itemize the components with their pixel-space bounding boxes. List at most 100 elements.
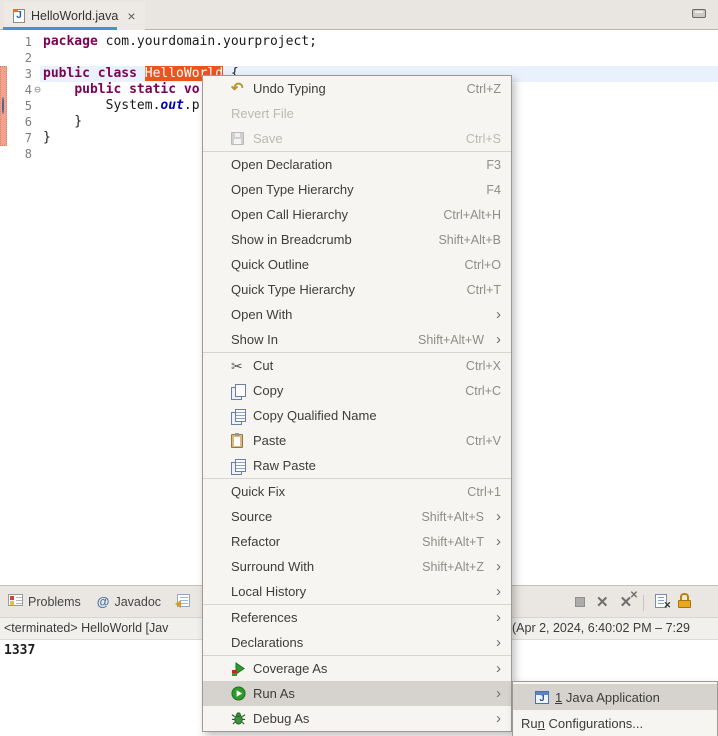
save-icon bbox=[231, 132, 253, 145]
annotation-gutter[interactable] bbox=[0, 114, 13, 130]
menu-item-shortcut: Ctrl+Alt+H bbox=[443, 208, 501, 222]
menu-item-run-as[interactable]: Run As› bbox=[203, 681, 511, 706]
menu-item-label: Paste bbox=[253, 433, 286, 448]
run-as-submenu: J1 Java ApplicationRun Configurations... bbox=[512, 681, 718, 736]
menu-item-quick-type-hierarchy[interactable]: Quick Type Hierarchy Ctrl+T bbox=[203, 277, 511, 302]
breakpoint-marker[interactable] bbox=[0, 98, 13, 114]
menu-item-local-history[interactable]: Local History› bbox=[203, 579, 511, 604]
submenu-item-run-configurations[interactable]: Run Configurations... bbox=[513, 710, 717, 736]
menu-item-label: Open Declaration bbox=[231, 157, 332, 172]
menu-item-open-type-hierarchy[interactable]: Open Type HierarchyF4 bbox=[203, 177, 511, 202]
menu-item-label: Revert File bbox=[231, 106, 294, 121]
menu-item-copy[interactable]: Copy Ctrl+C bbox=[203, 378, 511, 403]
tab-title: HelloWorld.java bbox=[31, 9, 118, 23]
menu-item-declarations[interactable]: Declarations› bbox=[203, 630, 511, 655]
active-tab-indicator bbox=[3, 27, 117, 30]
menu-item-shortcut: Shift+Alt+S bbox=[421, 510, 484, 524]
menu-item-label: Quick Type Hierarchy bbox=[231, 282, 355, 297]
editor-tab-strip: J HelloWorld.java × bbox=[0, 0, 718, 30]
java-app-icon: J bbox=[535, 691, 549, 704]
line-number: 3 bbox=[13, 66, 32, 82]
minimize-icon[interactable] bbox=[692, 9, 706, 18]
annotation-gutter[interactable] bbox=[0, 50, 13, 66]
annotation-gutter[interactable] bbox=[0, 146, 13, 162]
cut-icon: ✂ bbox=[231, 359, 253, 373]
fold-collapse-icon[interactable]: ⊖ bbox=[32, 82, 43, 98]
menu-item-shortcut: Shift+Alt+Z bbox=[422, 560, 484, 574]
panel-tab-declaration[interactable] bbox=[177, 594, 190, 610]
submenu-arrow-icon: › bbox=[496, 534, 501, 549]
menu-item-open-with[interactable]: Open With › bbox=[203, 302, 511, 327]
breakpoint-icon bbox=[2, 97, 4, 114]
menu-item-quick-outline[interactable]: Quick OutlineCtrl+O bbox=[203, 252, 511, 277]
code-text: } bbox=[43, 114, 82, 130]
menu-item-label: Open Call Hierarchy bbox=[231, 207, 348, 222]
submenu-arrow-icon: › bbox=[496, 509, 501, 524]
menu-item-paste[interactable]: PasteCtrl+V bbox=[203, 428, 511, 453]
copy-qualified-icon bbox=[231, 409, 253, 423]
annotation-gutter[interactable] bbox=[0, 82, 13, 98]
menu-item-label: Local History bbox=[231, 584, 306, 599]
menu-item-show-in-breadcrumb[interactable]: Show in BreadcrumbShift+Alt+B bbox=[203, 227, 511, 252]
submenu-arrow-icon: › bbox=[496, 559, 501, 574]
annotation-gutter[interactable] bbox=[0, 34, 13, 50]
menu-item-quick-fix[interactable]: Quick Fix Ctrl+1 bbox=[203, 479, 511, 504]
menu-item-open-call-hierarchy[interactable]: Open Call Hierarchy Ctrl+Alt+H bbox=[203, 202, 511, 227]
menu-item-copy-qualified-name[interactable]: Copy Qualified Name bbox=[203, 403, 511, 428]
problems-icon bbox=[8, 594, 23, 609]
menu-item-show-in[interactable]: Show InShift+Alt+W› bbox=[203, 327, 511, 352]
code-text: package com.yourdomain.yourproject; bbox=[43, 34, 317, 50]
debug-icon bbox=[231, 711, 253, 726]
clear-console-icon[interactable]: ✕ bbox=[655, 594, 667, 613]
submenu-item-1-java-application[interactable]: J1 Java Application bbox=[513, 684, 717, 710]
coverage-icon bbox=[231, 661, 253, 677]
menu-item-shortcut: Ctrl+C bbox=[465, 384, 501, 398]
fold-gutter bbox=[32, 50, 43, 66]
code-line-1: 1package com.yourdomain.yourproject; bbox=[0, 34, 718, 50]
annotation-gutter[interactable] bbox=[0, 66, 13, 82]
raw-paste-icon bbox=[231, 459, 253, 473]
scroll-lock-icon[interactable] bbox=[678, 593, 692, 613]
submenu-arrow-icon: › bbox=[496, 307, 501, 322]
line-number: 7 bbox=[13, 130, 32, 146]
fold-gutter bbox=[32, 98, 43, 114]
menu-item-coverage-as[interactable]: Coverage As› bbox=[203, 656, 511, 681]
submenu-arrow-icon: › bbox=[496, 610, 501, 625]
menu-item-label: Source bbox=[231, 509, 272, 524]
menu-item-debug-as[interactable]: Debug As› bbox=[203, 706, 511, 731]
submenu-arrow-icon: › bbox=[496, 635, 501, 650]
menu-item-raw-paste[interactable]: Raw Paste bbox=[203, 453, 511, 478]
remove-all-terminated-icon[interactable]: ✕✕ bbox=[620, 594, 633, 612]
menu-item-label: Open With bbox=[231, 307, 292, 322]
menu-item-label: Copy bbox=[253, 383, 283, 398]
fold-gutter bbox=[32, 66, 43, 82]
menu-item-source[interactable]: Source Shift+Alt+S › bbox=[203, 504, 511, 529]
menu-item-refactor[interactable]: RefactorShift+Alt+T› bbox=[203, 529, 511, 554]
menu-item-references[interactable]: References› bbox=[203, 605, 511, 630]
paste-icon bbox=[231, 434, 253, 448]
menu-item-label: Quick Fix bbox=[231, 484, 285, 499]
menu-item-shortcut: Ctrl+1 bbox=[467, 485, 501, 499]
line-number: 8 bbox=[13, 146, 32, 162]
panel-tab-javadoc[interactable]: @Javadoc bbox=[97, 595, 161, 609]
menu-item-save: SaveCtrl+S bbox=[203, 126, 511, 151]
menu-item-shortcut: F3 bbox=[486, 158, 501, 172]
menu-item-label: Refactor bbox=[231, 534, 280, 549]
tab-helloworld-java[interactable]: J HelloWorld.java × bbox=[4, 2, 145, 30]
menu-item-shortcut: Ctrl+T bbox=[467, 283, 501, 297]
close-icon[interactable]: × bbox=[127, 8, 135, 24]
panel-tab-problems[interactable]: Problems bbox=[8, 594, 81, 609]
menu-item-undo-typing[interactable]: ↶Undo TypingCtrl+Z bbox=[203, 76, 511, 101]
annotation-gutter[interactable] bbox=[0, 130, 13, 146]
menu-item-open-declaration[interactable]: Open Declaration F3 bbox=[203, 152, 511, 177]
code-text: public static vo bbox=[43, 82, 200, 98]
console-title-timestamp: (Apr 2, 2024, 6:40:02 PM – 7:29 bbox=[512, 618, 690, 639]
panel-tab-label: Javadoc bbox=[114, 595, 161, 609]
menu-item-cut[interactable]: ✂CutCtrl+X bbox=[203, 353, 511, 378]
submenu-arrow-icon: › bbox=[496, 332, 501, 347]
menu-item-surround-with[interactable]: Surround WithShift+Alt+Z› bbox=[203, 554, 511, 579]
panel-tab-label: Problems bbox=[28, 595, 81, 609]
menu-item-label: Show in Breadcrumb bbox=[231, 232, 352, 247]
remove-launch-icon[interactable]: ✕ bbox=[596, 594, 609, 612]
menu-item-shortcut: Ctrl+X bbox=[466, 359, 501, 373]
